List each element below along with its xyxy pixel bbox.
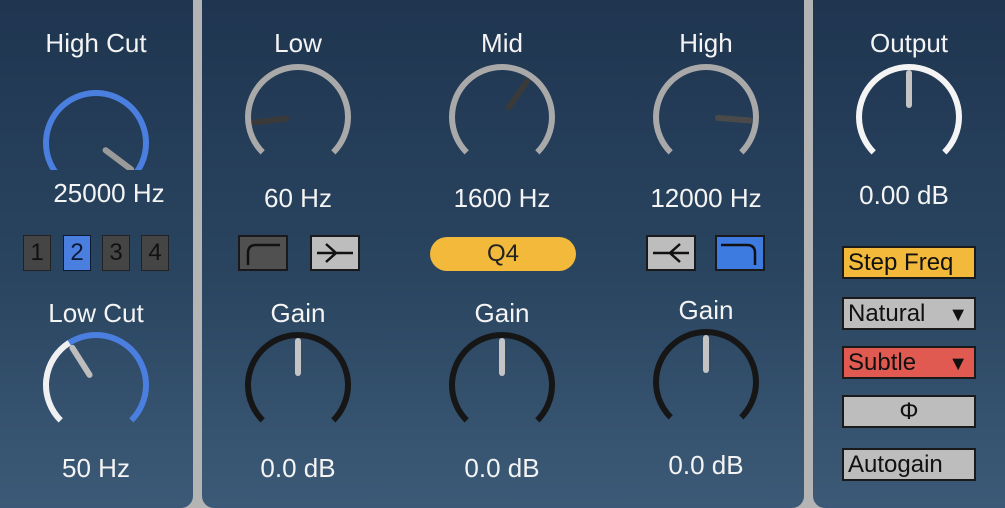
q-slope-selector[interactable]: Q4 <box>430 237 576 271</box>
knob-track <box>245 64 351 155</box>
low-shelf-filter-button[interactable] <box>310 235 360 271</box>
mode-dropdown-value: Natural <box>848 299 926 327</box>
mid-freq-knob[interactable] <box>442 62 562 174</box>
autogain-toggle[interactable]: Autogain <box>842 448 976 481</box>
character-dropdown-value: Subtle <box>848 348 917 376</box>
low-shelf-icon <box>317 243 353 263</box>
output-knob[interactable] <box>849 62 969 174</box>
low-freq-value: 60 Hz <box>264 183 332 213</box>
step-freq-toggle[interactable]: Step Freq <box>842 246 976 279</box>
filter-cut-panel: High Cut 25000 Hz 1 2 3 4 Low Cut 50 Hz <box>0 0 193 508</box>
high-shelf-icon <box>653 243 689 263</box>
highcut-shape-icon <box>721 243 757 265</box>
chevron-down-icon: ▼ <box>948 353 968 375</box>
low-cut-knob[interactable] <box>36 330 156 442</box>
high-cut-title: High Cut <box>45 28 147 58</box>
high-cut-value: 25000 Hz <box>53 178 165 208</box>
low-gain-title: Gain <box>270 298 326 328</box>
autogain-label: Autogain <box>848 450 943 478</box>
low-gain-value: 0.0 dB <box>260 453 336 483</box>
knob-indicator <box>251 115 290 126</box>
band-select-4[interactable]: 4 <box>141 235 169 271</box>
low-cut-value: 50 Hz <box>62 453 130 483</box>
high-gain-title: Gain <box>678 295 734 325</box>
low-cut-filter-button[interactable] <box>238 235 288 271</box>
knob-track <box>43 90 149 170</box>
high-freq-value: 12000 Hz <box>650 183 762 213</box>
phase-invert-button[interactable]: Φ <box>842 395 976 428</box>
mode-dropdown[interactable]: Natural ▼ <box>842 297 976 330</box>
output-value: 0.00 dB <box>859 180 949 210</box>
high-freq-knob[interactable] <box>646 62 766 174</box>
mid-gain-title: Gain <box>474 298 530 328</box>
high-band-title: High <box>679 28 733 58</box>
q-slope-label: Q4 <box>486 240 519 267</box>
knob-track <box>653 64 759 155</box>
low-band-title: Low <box>274 28 322 58</box>
high-gain-value: 0.0 dB <box>668 450 744 480</box>
low-gain-knob[interactable] <box>238 330 358 442</box>
step-freq-label: Step Freq <box>848 248 954 276</box>
low-freq-knob[interactable] <box>238 62 358 174</box>
high-cut-knob[interactable] <box>36 88 156 170</box>
lowcut-shape-icon <box>246 243 280 265</box>
phase-icon: Φ <box>899 397 919 425</box>
character-dropdown[interactable]: Subtle ▼ <box>842 346 976 379</box>
mid-freq-value: 1600 Hz <box>453 183 551 213</box>
mid-band-title: Mid <box>481 28 523 58</box>
mid-gain-value: 0.0 dB <box>464 453 540 483</box>
knob-track <box>449 64 555 155</box>
high-gain-knob[interactable] <box>646 327 766 439</box>
knob-value-arc <box>43 340 71 423</box>
high-shelf-filter-button[interactable] <box>646 235 696 271</box>
band-select-3[interactable]: 3 <box>102 235 130 271</box>
chevron-down-icon: ▼ <box>948 304 968 326</box>
low-cut-title: Low Cut <box>48 298 144 328</box>
knob-indicator <box>102 147 135 170</box>
band-select-2[interactable]: 2 <box>63 235 91 271</box>
knob-indicator <box>714 114 753 124</box>
mid-gain-knob[interactable] <box>442 330 562 442</box>
knob-indicator <box>69 344 93 378</box>
high-cut-filter-button[interactable] <box>715 235 765 271</box>
knob-indicator <box>505 78 531 111</box>
output-title: Output <box>869 28 949 58</box>
eq-bands-panel: Low 60 Hz Gain 0.0 dB Mid 1600 Hz Gain 0… <box>202 0 804 508</box>
band-select-1[interactable]: 1 <box>23 235 51 271</box>
